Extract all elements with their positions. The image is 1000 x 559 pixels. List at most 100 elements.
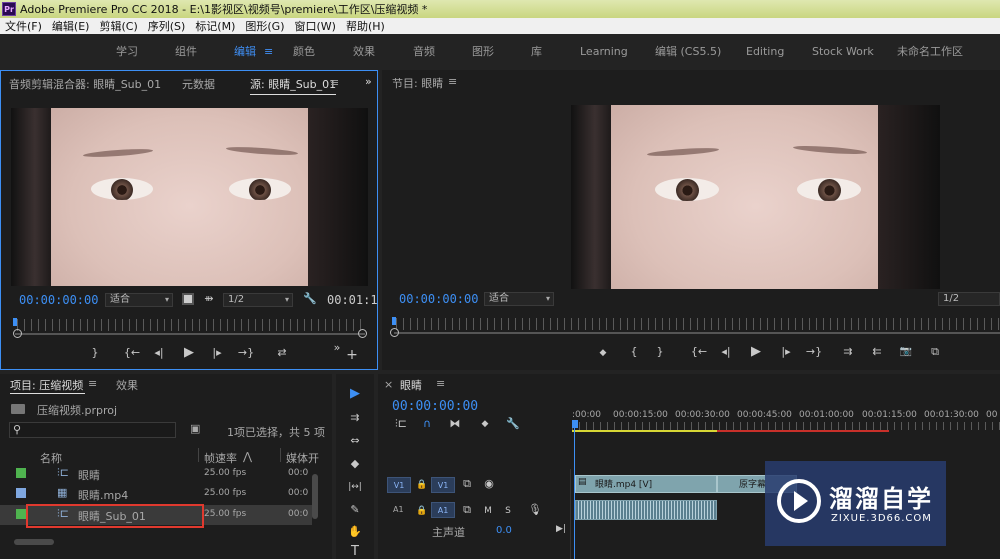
- play-button[interactable]: ▶: [748, 345, 764, 358]
- wrench-icon[interactable]: 🔧: [303, 293, 317, 305]
- comparison-view-button[interactable]: ⧉: [927, 346, 943, 358]
- workspace-audio[interactable]: 音频: [413, 43, 435, 59]
- timeline-playhead-head[interactable]: [572, 420, 578, 428]
- zoom-handle-left[interactable]: [13, 329, 22, 338]
- sync-lock-icon[interactable]: ⧉: [460, 504, 474, 516]
- project-panel-menu-icon[interactable]: ≡: [88, 377, 97, 390]
- label-color-swatch[interactable]: [16, 468, 26, 478]
- mark-out-button[interactable]: }: [88, 347, 102, 359]
- workspace-learning-en[interactable]: Learning: [580, 45, 628, 58]
- workspace-editing-cs55[interactable]: 编辑 (CS5.5): [655, 43, 721, 59]
- program-panel-menu-icon[interactable]: ≡: [448, 75, 457, 88]
- menu-window[interactable]: 窗口(W): [290, 18, 341, 34]
- go-to-in-button[interactable]: {←: [690, 346, 708, 358]
- nest-sequence-icon[interactable]: ⫶⊏: [394, 418, 408, 430]
- workspace-color[interactable]: 颜色: [293, 43, 315, 59]
- project-h-scrollbar[interactable]: [14, 539, 54, 545]
- camera-icon[interactable]: 📷: [898, 346, 914, 358]
- go-to-end-icon[interactable]: ▶|: [554, 523, 568, 535]
- play-button[interactable]: ▶: [181, 346, 197, 359]
- tab-source[interactable]: 源: 眼睛_Sub_01: [250, 76, 337, 95]
- more-controls-icon[interactable]: »: [330, 342, 344, 354]
- label-color-swatch[interactable]: [16, 509, 26, 519]
- menu-sequence[interactable]: 序列(S): [143, 18, 191, 34]
- a1-source-patch[interactable]: A1: [393, 505, 404, 514]
- wrench-icon[interactable]: 🔧: [506, 418, 520, 430]
- menu-graphics[interactable]: 图形(G): [240, 18, 289, 34]
- type-tool[interactable]: T: [345, 545, 365, 558]
- snap-magnet-icon[interactable]: ∩: [420, 418, 434, 430]
- step-back-button[interactable]: ◂|: [151, 347, 167, 359]
- source-time-ruler[interactable]: [17, 319, 362, 331]
- panel-expand-icon[interactable]: »: [365, 75, 372, 88]
- lock-icon[interactable]: 🔒: [416, 479, 427, 491]
- mark-out-button[interactable]: }: [654, 346, 666, 358]
- workspace-assembly[interactable]: 组件: [175, 43, 197, 59]
- step-forward-button[interactable]: |▸: [778, 346, 794, 358]
- workspace-menu-icon[interactable]: ≡: [264, 45, 273, 58]
- razor-tool[interactable]: ◆: [345, 458, 365, 470]
- step-forward-button[interactable]: |▸: [209, 347, 225, 359]
- a1-track-target[interactable]: A1: [431, 502, 455, 518]
- work-area-bar[interactable]: [572, 430, 717, 432]
- sort-ascending-icon[interactable]: ⋀: [243, 450, 252, 463]
- mute-button[interactable]: M: [482, 505, 494, 517]
- go-to-in-button[interactable]: {←: [123, 347, 141, 359]
- selection-tool[interactable]: ▶: [345, 387, 365, 400]
- program-time-ruler[interactable]: [396, 318, 1000, 330]
- close-icon[interactable]: ×: [384, 378, 393, 391]
- tab-effects[interactable]: 效果: [116, 377, 138, 393]
- v1-source-patch[interactable]: V1: [387, 477, 411, 493]
- zoom-handle-right[interactable]: [358, 329, 367, 338]
- workspace-learn[interactable]: 学习: [116, 43, 138, 59]
- project-scrollbar[interactable]: [312, 474, 318, 519]
- lock-icon[interactable]: 🔒: [416, 505, 427, 517]
- v1-track-target[interactable]: V1: [431, 477, 455, 493]
- step-back-button[interactable]: ◂|: [718, 346, 734, 358]
- workspace-effects[interactable]: 效果: [353, 43, 375, 59]
- source-fit-dropdown[interactable]: 适合 ▾: [105, 293, 173, 307]
- program-fit-dropdown[interactable]: 适合 ▾: [484, 292, 554, 306]
- tab-project[interactable]: 项目: 压缩视频: [10, 377, 83, 393]
- menu-marker[interactable]: 标记(M): [190, 18, 240, 34]
- insert-button[interactable]: ⇄: [273, 347, 291, 359]
- linked-selection-icon[interactable]: ⧓: [448, 418, 462, 430]
- tab-audio-clip-mixer[interactable]: 音频剪辑混合器: 眼睛_Sub_01: [9, 76, 161, 92]
- menu-file[interactable]: 文件(F): [0, 18, 47, 34]
- lift-button[interactable]: ⇉: [839, 346, 857, 358]
- audio-clip[interactable]: [575, 500, 717, 520]
- project-row-clip[interactable]: ▦ 眼睛.mp4 25.00 fps 00:0: [0, 484, 312, 504]
- project-search-input[interactable]: ⚲: [9, 422, 176, 438]
- dropped-frames-icon[interactable]: ⇻: [202, 293, 216, 305]
- menu-help[interactable]: 帮助(H): [341, 18, 390, 34]
- sync-lock-icon[interactable]: ⧉: [460, 478, 474, 490]
- pen-tool[interactable]: ✎: [345, 504, 365, 516]
- add-marker-button[interactable]: ◆: [596, 347, 610, 359]
- mark-in-button[interactable]: {: [628, 346, 640, 358]
- program-resolution-dropdown[interactable]: 1/2: [938, 292, 1000, 306]
- project-row-sequence[interactable]: ⫶⊏ 眼睛 25.00 fps 00:0: [0, 464, 312, 484]
- timeline-timecode[interactable]: 00:00:00:00: [392, 399, 478, 414]
- microphone-icon[interactable]: 🎙: [528, 504, 542, 516]
- workspace-unnamed[interactable]: 未命名工作区: [897, 43, 963, 59]
- solo-button[interactable]: S: [502, 505, 514, 517]
- tab-program[interactable]: 节目: 眼睛: [392, 75, 443, 91]
- ripple-edit-tool[interactable]: ⇔: [345, 435, 365, 447]
- filmstrip-icon[interactable]: [182, 293, 194, 305]
- label-color-swatch[interactable]: [16, 488, 26, 498]
- menu-clip[interactable]: 剪辑(C): [94, 18, 142, 34]
- program-zoom-bar[interactable]: [394, 332, 1000, 334]
- source-panel-menu-icon[interactable]: ≡: [330, 76, 339, 89]
- timeline-menu-icon[interactable]: ≡: [436, 377, 445, 390]
- source-resolution-dropdown[interactable]: 1/2 ▾: [223, 293, 293, 307]
- workspace-stock-work[interactable]: Stock Work: [812, 45, 874, 58]
- master-volume-value[interactable]: 0.0: [496, 525, 512, 536]
- go-to-out-button[interactable]: →}: [805, 346, 823, 358]
- source-timecode[interactable]: 00:00:00:00: [19, 293, 98, 307]
- extract-button[interactable]: ⇇: [868, 346, 886, 358]
- tab-sequence[interactable]: 眼睛: [400, 377, 422, 393]
- program-timecode[interactable]: 00:00:00:00: [399, 292, 478, 306]
- hand-tool[interactable]: ✋: [345, 526, 365, 538]
- timeline-ruler[interactable]: [572, 422, 1000, 430]
- tab-metadata[interactable]: 元数据: [182, 76, 215, 92]
